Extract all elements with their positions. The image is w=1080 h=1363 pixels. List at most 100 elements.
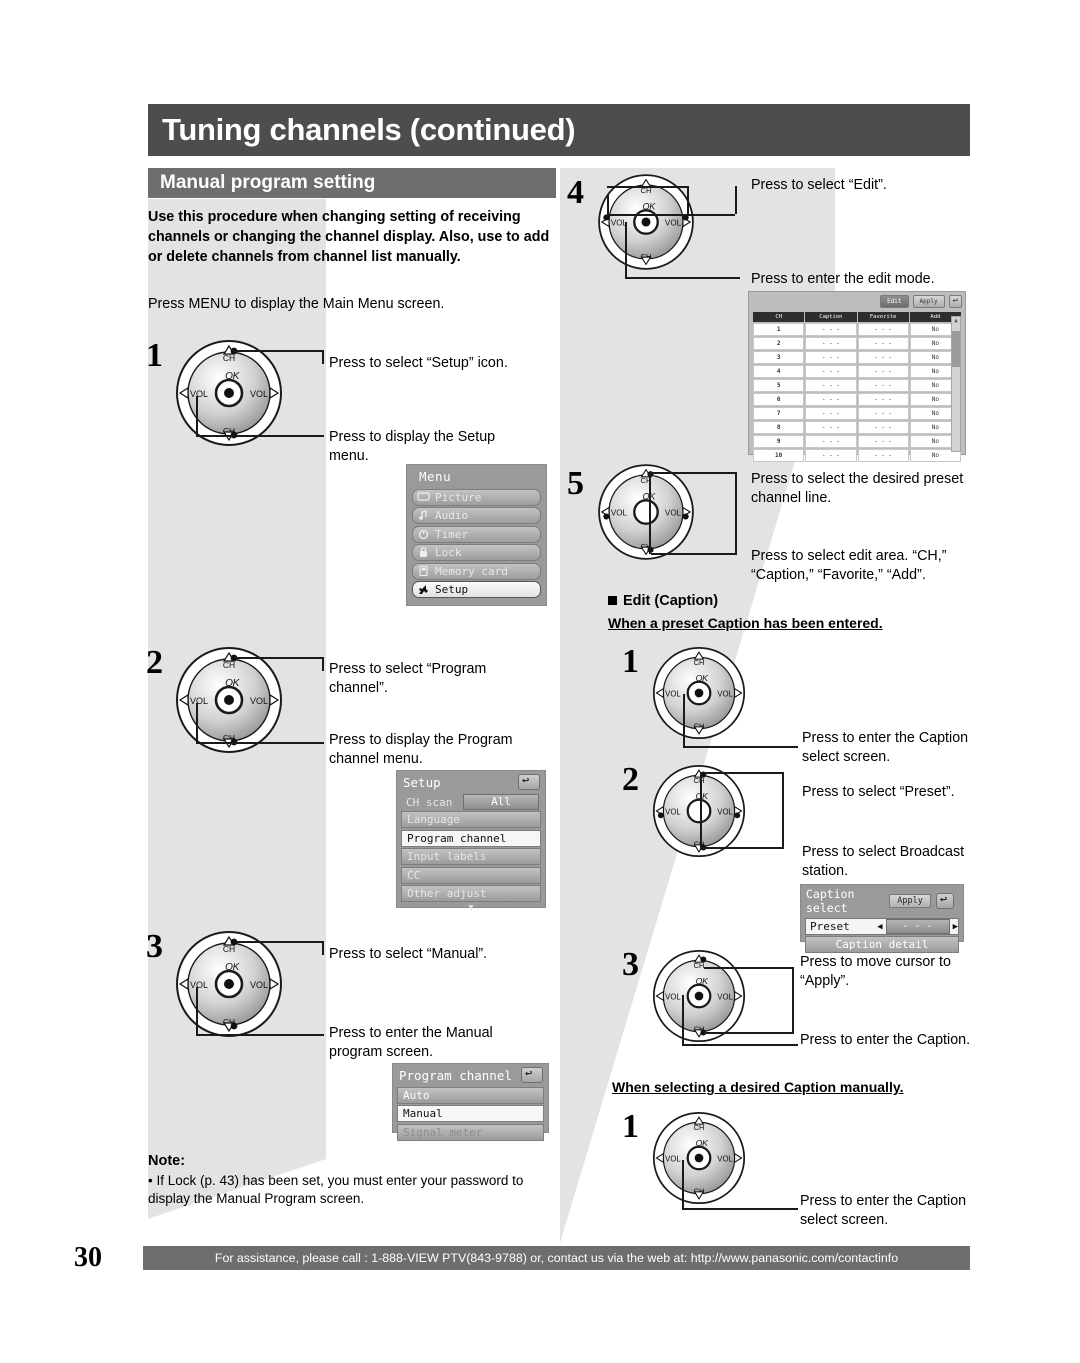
edit-step-3-text-b: Press to enter the Caption. (800, 1032, 971, 1048)
scroll-up-icon[interactable]: ▲ (952, 317, 960, 324)
apply-button[interactable]: Apply (912, 295, 945, 308)
setup-item-language[interactable]: Language (401, 811, 541, 828)
column-header-ch: CH (753, 312, 805, 322)
edit-button[interactable]: Edit (880, 295, 909, 308)
preset-row[interactable]: Preset ◀ - - - ▶ (805, 918, 959, 935)
back-arrow-icon[interactable] (518, 773, 540, 790)
back-arrow-icon[interactable] (521, 1066, 543, 1083)
manual-page: Tuning channels (continued) Manual progr… (0, 0, 1080, 1363)
table-cell: 2 (753, 337, 805, 350)
edit-step-2-text-b: Press to select Broadcast station. (802, 844, 965, 879)
connector-e3b (704, 1032, 794, 1034)
connector-2b (236, 742, 324, 744)
program-item-manual[interactable]: Manual (397, 1105, 544, 1122)
step-3-text-a: Press to select “Manual”. (329, 946, 488, 962)
connector-2a-v (322, 657, 324, 671)
connector-4b-v (625, 222, 627, 279)
step-1-number: 1 (146, 337, 163, 374)
menu-item-setup[interactable]: Setup (412, 581, 541, 598)
setup-scroll-down-icon[interactable]: ▼ (397, 903, 545, 912)
table-cell: - - - (805, 421, 857, 434)
menu-item-timer[interactable]: Timer (412, 525, 541, 543)
edit-step-1-dial: CH CH O K VOL VOL (646, 643, 752, 743)
connector-5a (651, 472, 737, 474)
svg-text:VOL: VOL (611, 509, 628, 518)
connector-e3a-v (792, 967, 794, 1033)
connector-2b-v (196, 703, 198, 744)
step-3-dial: CH CH O K VOL VOL (168, 929, 290, 1039)
connector-m1-h (682, 1208, 798, 1210)
table-row[interactable]: 8- - -- - - No (753, 421, 961, 434)
connector-4b (625, 277, 740, 279)
menu-item-audio[interactable]: Audio (412, 507, 541, 524)
svg-text:VOL: VOL (190, 980, 208, 990)
connector-5b-v (735, 484, 737, 554)
caption-select-osd-screen: Caption select Apply Preset ◀ - - - ▶ Ca… (800, 884, 964, 953)
connector-3b-v (196, 987, 198, 1036)
connector-5-v-left (649, 472, 651, 554)
menu-item-lock[interactable]: Lock (412, 544, 541, 561)
connector-3a-v (322, 941, 324, 955)
menu-item-memory-card[interactable]: Memory card (412, 562, 541, 580)
scrollbar-thumb[interactable] (952, 331, 960, 367)
connector-3b (236, 1034, 324, 1036)
setup-item-program-channel[interactable]: Program channel (401, 829, 541, 847)
svg-text:VOL: VOL (190, 389, 208, 399)
connector-e2-v-left (700, 772, 702, 848)
program-item-auto[interactable]: Auto (397, 1086, 544, 1104)
preset-value-group: ◀ - - - ▶ (877, 919, 958, 934)
table-cell: - - - (857, 407, 909, 420)
table-row[interactable]: 2- - -- - - No (753, 337, 961, 350)
right-arrow-icon[interactable]: ▶ (953, 922, 958, 932)
table-scrollbar[interactable]: ▲ (951, 316, 961, 452)
left-arrow-icon[interactable]: ◀ (877, 922, 882, 932)
menu-osd-title: Menu (419, 469, 452, 484)
caption-detail-button[interactable]: Caption detail (805, 936, 959, 953)
svg-text:VOL: VOL (717, 689, 733, 698)
setup-item-cc[interactable]: CC (401, 866, 541, 884)
step-4-text-a: Press to select “Edit”. (751, 177, 887, 193)
lock-icon (417, 547, 430, 558)
table-row[interactable]: 5- - -- - - No (753, 379, 961, 392)
table-cell: 6 (753, 393, 805, 406)
table-cell: 8 (753, 421, 805, 434)
step-2-text-a: Press to select “Program channel”. (329, 661, 487, 696)
back-arrow-icon[interactable] (935, 892, 954, 909)
preset-label: Preset (810, 920, 850, 933)
table-row[interactable]: 7- - -- - - No (753, 407, 961, 420)
table-cell: 3 (753, 351, 805, 364)
menu-item-picture[interactable]: Picture (412, 488, 541, 506)
connector-4a-h2 (607, 186, 689, 188)
connector-1b-v (196, 396, 198, 437)
setup-item-input-labels[interactable]: Input labels (401, 848, 541, 865)
step-2-dial: CH CH O K VOL VOL (168, 645, 290, 755)
table-row[interactable]: 6- - -- - - No (753, 393, 961, 406)
table-cell: - - - (805, 365, 857, 378)
svg-text:K: K (649, 201, 656, 211)
manual-step-1-dial: CH CH O K VOL VOL (646, 1108, 752, 1208)
setup-item-other-adjust[interactable]: Other adjust (401, 885, 541, 902)
connector-e2a-v (782, 772, 784, 788)
edit-step-2-dial: CH CH O K VOL VOL (646, 761, 752, 861)
svg-text:VOL: VOL (665, 807, 681, 816)
table-row[interactable]: 4- - -- - - No (753, 365, 961, 378)
table-row[interactable]: 10- - -- - - No (753, 449, 961, 462)
table-cell: - - - (857, 379, 909, 392)
table-cell: - - - (857, 449, 909, 462)
table-row[interactable]: 1- - -- - - No (753, 323, 961, 336)
channel-table-osd-screen: Edit Apply ↩ CH Caption Favorite Add 1- … (748, 291, 966, 462)
connector-2a (234, 657, 324, 659)
table-row[interactable]: 9- - -- - - No (753, 435, 961, 448)
step-2-number: 2 (146, 644, 163, 681)
table-cell: 1 (753, 323, 805, 336)
program-osd-title: Program channel (399, 1067, 512, 1083)
column-header-caption: Caption (805, 312, 857, 322)
edit-step-3-dial: CH CH O K VOL VOL (646, 946, 752, 1046)
step-3-text-b: Press to enter the Manual program screen… (329, 1025, 493, 1060)
back-arrow-icon[interactable]: ↩ (948, 295, 962, 308)
table-row[interactable]: 3- - -- - - No (753, 351, 961, 364)
apply-button[interactable]: Apply (889, 894, 931, 908)
step-5-dial: CH CH O K VOL VOL (591, 460, 701, 564)
setup-ch-scan-row[interactable]: CH scan All (401, 794, 541, 810)
svg-text:VOL: VOL (665, 509, 682, 518)
